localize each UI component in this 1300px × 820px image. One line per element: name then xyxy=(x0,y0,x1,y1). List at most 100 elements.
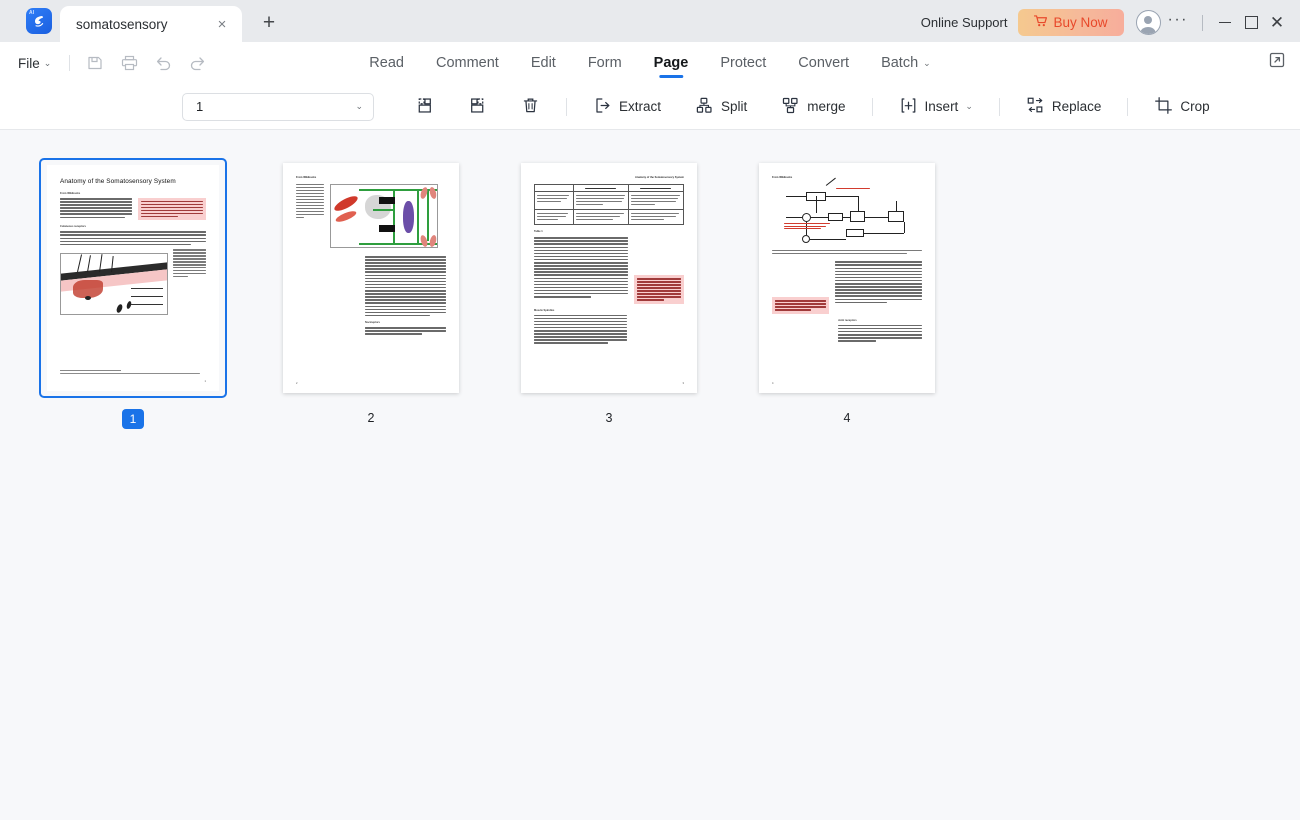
crop-button[interactable]: Crop xyxy=(1144,92,1219,122)
table-row xyxy=(534,183,685,193)
maximize-icon[interactable] xyxy=(1238,10,1264,36)
replace-button[interactable]: Replace xyxy=(1016,92,1112,122)
buy-now-label: Buy Now xyxy=(1053,15,1108,30)
page-label-1[interactable]: 1 xyxy=(121,409,145,429)
page-thumbnail-2[interactable]: From Wikibooks Nociceptors 2 2 xyxy=(252,158,490,429)
page-thumbnail-frame[interactable]: From Wikibooks xyxy=(753,158,941,398)
page-label-4[interactable]: 4 xyxy=(836,409,858,427)
page-preview: From Wikibooks xyxy=(283,163,459,393)
redo-icon[interactable] xyxy=(184,50,210,76)
close-icon[interactable]: × xyxy=(212,14,232,34)
document-tab[interactable]: somatosensory × xyxy=(60,6,242,42)
page-thumbnail-1[interactable]: Anatomy of the Somatosensory System From… xyxy=(14,158,252,429)
page3-table-caption: Table 1 xyxy=(534,230,543,234)
buy-now-button[interactable]: Buy Now xyxy=(1018,9,1124,36)
page-thumbnail-frame[interactable]: Anatomy of the Somatosensory System From… xyxy=(39,158,227,398)
menubar: File ⌄ Read Comment Edit Form Page Prote… xyxy=(0,42,1300,84)
avatar[interactable] xyxy=(1135,10,1161,35)
table-cell xyxy=(534,209,574,226)
page2-spindle-diagram xyxy=(330,184,439,248)
page3-section-heading: Muscle Spindles xyxy=(534,308,555,312)
page2-section-heading: Nociceptors xyxy=(365,321,380,325)
page3-number: 3 xyxy=(682,382,684,385)
page-thumbnail-4[interactable]: From Wikibooks Joint receptors 4 4 xyxy=(728,158,966,429)
titlebar: AI somatosensory × + Online Support Buy … xyxy=(0,0,1300,42)
tab-convert-label: Convert xyxy=(798,55,850,71)
page-label-3[interactable]: 3 xyxy=(598,409,620,427)
more-options-icon[interactable]: ··· xyxy=(1168,11,1193,35)
minimize-icon[interactable] xyxy=(1212,10,1238,36)
insert-label: Insert xyxy=(924,99,959,114)
insert-page-left-button[interactable] xyxy=(407,92,442,122)
undo-icon[interactable] xyxy=(150,50,176,76)
page3-table xyxy=(534,183,685,226)
page-thumbnail-frame[interactable]: From Wikibooks xyxy=(277,158,465,398)
table-header-blank xyxy=(534,183,574,193)
new-tab-button[interactable]: + xyxy=(254,8,284,38)
page-preview: Anatomy of the Somatosensory System Tabl… xyxy=(521,163,697,393)
page3-header: Anatomy of the Somatosensory System xyxy=(634,176,684,179)
file-menu-button[interactable]: File ⌄ xyxy=(12,56,57,71)
extract-button[interactable]: Extract xyxy=(583,92,671,122)
split-button[interactable]: Split xyxy=(685,92,757,122)
page1-footnote xyxy=(60,372,201,374)
page1-skin-diagram xyxy=(60,253,168,316)
page2-figure-caption xyxy=(296,184,325,248)
app-logo-icon: AI xyxy=(26,8,52,34)
app-logo-swoosh-icon xyxy=(26,8,52,34)
expand-window-icon[interactable] xyxy=(1268,51,1286,74)
page-thumbnail-3[interactable]: Anatomy of the Somatosensory System Tabl… xyxy=(490,158,728,429)
toolbar-divider xyxy=(1127,97,1129,116)
window-close-icon[interactable]: ✕ xyxy=(1264,10,1290,36)
page-thumbnail-frame[interactable]: Anatomy of the Somatosensory System Tabl… xyxy=(515,158,703,398)
page2-header: From Wikibooks xyxy=(296,176,317,179)
page-range-select[interactable]: 1 ⌄ xyxy=(182,92,374,121)
page1-section-heading-2: Cutaneous receptors xyxy=(60,225,86,229)
tab-edit-label: Edit xyxy=(530,55,556,71)
page-preview: From Wikibooks xyxy=(759,163,935,393)
tab-comment-label: Comment xyxy=(435,55,499,71)
tab-form-label: Form xyxy=(587,55,622,71)
insert-page-left-icon xyxy=(415,96,434,118)
page4-number: 4 xyxy=(772,382,774,385)
page4-flow-diagram xyxy=(784,177,910,245)
merge-button[interactable]: merge xyxy=(771,92,855,122)
crop-icon xyxy=(1154,96,1173,118)
titlebar-divider xyxy=(1202,14,1203,31)
split-label: Split xyxy=(721,99,748,114)
page1-title: Anatomy of the Somatosensory System xyxy=(60,178,176,185)
table-cell xyxy=(534,191,574,211)
delete-page-button[interactable] xyxy=(513,92,548,122)
page-range-value: 1 xyxy=(196,99,204,114)
page4-section-heading: Joint receptors xyxy=(838,318,857,322)
insert-button[interactable]: Insert ⌄ xyxy=(889,92,983,122)
save-icon[interactable] xyxy=(82,50,108,76)
tab-batch[interactable]: Batch ⌄ xyxy=(865,42,947,84)
tab-read[interactable]: Read xyxy=(353,42,420,84)
insert-icon xyxy=(899,96,918,118)
crop-label: Crop xyxy=(1180,99,1210,114)
table-cell xyxy=(627,209,685,226)
page-toolbar: 1 ⌄ Extract Split merge Insert ⌄ Replace… xyxy=(0,84,1300,130)
tab-batch-label: Batch xyxy=(881,55,919,71)
table-header-rapidly xyxy=(572,183,629,193)
tab-protect[interactable]: Protect xyxy=(704,42,782,84)
insert-page-right-icon xyxy=(468,96,487,118)
table-cell xyxy=(572,209,629,226)
merge-icon xyxy=(781,96,800,118)
tab-edit[interactable]: Edit xyxy=(515,42,572,84)
quick-access-toolbar xyxy=(82,50,210,76)
chevron-down-icon: ⌄ xyxy=(355,101,363,111)
tab-page[interactable]: Page xyxy=(638,42,705,84)
tab-convert[interactable]: Convert xyxy=(782,42,865,84)
page-label-2[interactable]: 2 xyxy=(360,409,382,427)
insert-page-right-button[interactable] xyxy=(460,92,495,122)
tab-comment[interactable]: Comment xyxy=(420,42,515,84)
toolbar-divider xyxy=(871,97,873,116)
page2-number: 2 xyxy=(296,382,298,385)
online-support-link[interactable]: Online Support xyxy=(921,15,1008,30)
extract-label: Extract xyxy=(619,99,662,114)
table-cell xyxy=(627,191,685,211)
print-icon[interactable] xyxy=(116,50,142,76)
tab-form[interactable]: Form xyxy=(572,42,638,84)
